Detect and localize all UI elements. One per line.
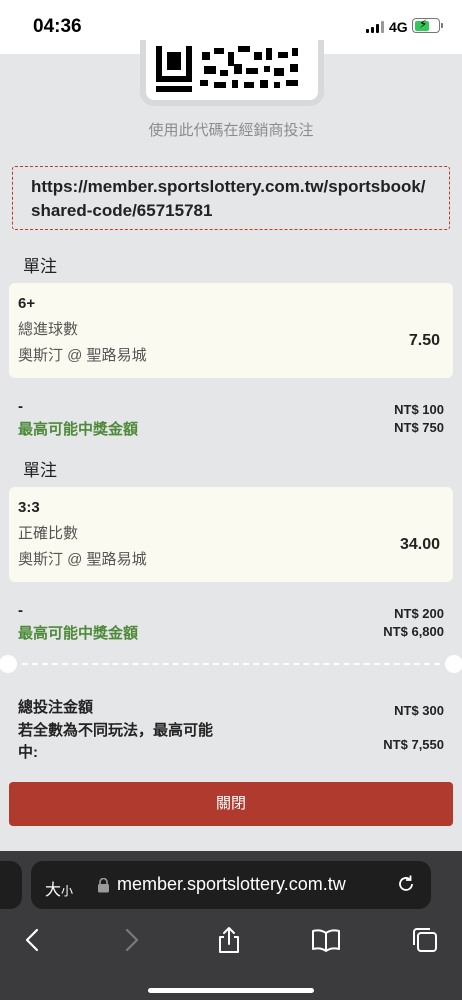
stake-label: - <box>18 602 23 619</box>
share-url-box[interactable]: https://member.sportslottery.com.tw/spor… <box>12 166 450 230</box>
total-stake-label: 總投注金額 <box>18 699 94 716</box>
qr-caption: 使用此代碼在經銷商投注 <box>148 122 314 139</box>
share-url-line-2: shared-code/65715781 <box>31 201 213 220</box>
stake-label: - <box>18 398 23 415</box>
qr-code <box>156 46 298 92</box>
bet-market: 正確比數 <box>18 525 79 542</box>
total-stake-amount: NT$ 300 <box>394 703 444 718</box>
network-label: 4G <box>389 19 408 35</box>
share-icon[interactable] <box>214 925 244 955</box>
bet-market: 總進球數 <box>18 321 79 338</box>
bet-card: 6+ 總進球數 奧斯汀 @ 聖路易城 7.50 <box>9 283 453 378</box>
bet-section-title: 單注 <box>23 461 57 480</box>
back-icon[interactable] <box>18 925 48 955</box>
address-bar[interactable]: 大小 member.sportslottery.com.tw <box>31 861 431 909</box>
signal-icon <box>366 21 384 33</box>
battery-icon: ⚡ <box>412 17 443 33</box>
text-size-button[interactable]: 大小 <box>45 876 73 900</box>
bet-odds: 7.50 <box>408 332 440 349</box>
stake-amount: NT$ 100 <box>394 402 444 417</box>
bookmarks-icon[interactable] <box>311 925 341 955</box>
max-total-amount: NT$ 7,550 <box>383 737 444 752</box>
home-indicator <box>148 988 314 993</box>
url-text[interactable]: member.sportslottery.com.tw <box>117 874 346 895</box>
max-win-amount: NT$ 6,800 <box>383 624 444 639</box>
forward-icon[interactable] <box>116 925 146 955</box>
previous-tab-edge[interactable] <box>0 861 22 909</box>
browser-bar: 大小 member.sportslottery.com.tw <box>0 851 462 1000</box>
share-url-line-1: https://member.sportslottery.com.tw/spor… <box>31 177 426 196</box>
bet-odds: 34.00 <box>399 536 440 553</box>
reload-icon[interactable] <box>395 873 417 895</box>
qr-card <box>140 40 324 106</box>
stake-amount: NT$ 200 <box>394 606 444 621</box>
max-win-label: 最高可能中獎金額 <box>18 625 139 642</box>
max-total-label-line2: 中: <box>18 744 38 761</box>
text-size-big: 大 <box>45 882 62 899</box>
text-size-small: 小 <box>61 884 74 898</box>
bet-pick: 6+ <box>18 295 36 312</box>
tabs-icon[interactable] <box>410 925 440 955</box>
max-win-label: 最高可能中獎金額 <box>18 421 139 438</box>
close-button[interactable]: 關閉 <box>9 782 453 826</box>
max-total-label-line1: 若全數為不同玩法，最高可能 <box>18 722 214 739</box>
bet-section-title: 單注 <box>23 257 57 276</box>
max-win-amount: NT$ 750 <box>394 420 444 435</box>
bet-card: 3:3 正確比數 奧斯汀 @ 聖路易城 34.00 <box>9 487 453 582</box>
lock-icon <box>98 878 109 893</box>
bet-match: 奧斯汀 @ 聖路易城 <box>18 347 147 364</box>
bet-pick: 3:3 <box>18 499 40 516</box>
status-time: 04:36 <box>33 16 82 37</box>
ticket-divider <box>0 655 462 673</box>
bet-match: 奧斯汀 @ 聖路易城 <box>18 551 147 568</box>
